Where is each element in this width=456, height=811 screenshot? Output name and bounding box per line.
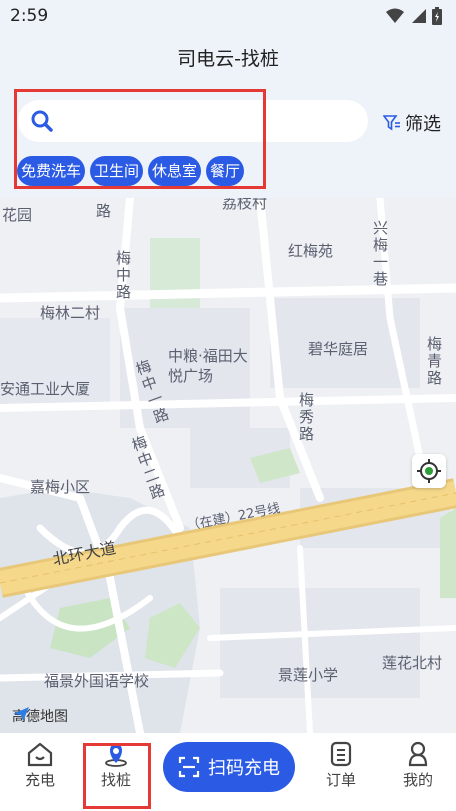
amap-logo-icon bbox=[13, 707, 29, 721]
map-view[interactable]: 花园 荔枝村 路 红梅苑 兴梅一巷 梅中路 梅林二村 中粮·福田大悦广场 碧华庭… bbox=[0, 198, 456, 733]
amap-logo: 高德地图 bbox=[12, 706, 68, 726]
scan-charge-label: 扫码充电 bbox=[208, 758, 280, 779]
map-label-zhongliangfutian: 中粮·福田大悦广场 bbox=[168, 347, 248, 385]
orders-icon bbox=[330, 741, 352, 767]
scan-charge-button[interactable]: 扫码充电 bbox=[163, 742, 295, 792]
map-label-meiqinglu: 梅青路 bbox=[425, 336, 443, 387]
tab-orders[interactable]: 订单 bbox=[311, 741, 371, 790]
map-label-huayuan: 花园 bbox=[2, 206, 33, 224]
home-icon bbox=[27, 742, 53, 767]
status-time: 2:59 bbox=[10, 6, 49, 26]
map-label-meizhonglu: 梅中路 bbox=[114, 250, 132, 301]
map-label-lizhicun: 荔枝村 bbox=[222, 198, 268, 212]
map-label-hongmeiyuan: 红梅苑 bbox=[288, 242, 334, 260]
tab-highlight-box bbox=[83, 743, 151, 809]
profile-icon bbox=[408, 741, 428, 767]
map-label-road: 路 bbox=[96, 202, 112, 220]
search-highlight-box bbox=[14, 89, 266, 189]
locate-button[interactable] bbox=[412, 454, 446, 488]
page-title: 司电云-找桩 bbox=[177, 48, 279, 70]
filter-label: 筛选 bbox=[405, 114, 441, 135]
tab-charge-label: 充电 bbox=[24, 771, 55, 789]
signal-icon bbox=[412, 9, 426, 23]
map-label-jinglianxiaoxue: 景莲小学 bbox=[278, 666, 339, 684]
status-icons bbox=[386, 7, 442, 25]
map-label-xingmeiyixiang: 兴梅一巷 bbox=[371, 220, 389, 288]
map-label-jiameixiaoqu: 嘉梅小区 bbox=[30, 478, 91, 496]
filter-icon bbox=[383, 115, 400, 131]
map-label-lianhuabeicun: 莲花北村 bbox=[382, 654, 443, 672]
map-label-bihuatingju: 碧华庭居 bbox=[308, 340, 369, 358]
tab-charge[interactable]: 充电 bbox=[10, 741, 70, 790]
map-label-fujingwaiguoyu: 福景外国语学校 bbox=[44, 672, 150, 690]
tab-mine[interactable]: 我的 bbox=[388, 741, 448, 790]
map-label-meilinercun: 梅林二村 bbox=[40, 304, 101, 322]
wifi-icon bbox=[386, 8, 404, 23]
tab-mine-label: 我的 bbox=[402, 771, 433, 789]
battery-icon bbox=[432, 7, 442, 25]
map-label-antonggongye: 安通工业大厦 bbox=[0, 380, 91, 398]
status-bar: 2:59 bbox=[0, 0, 456, 32]
map-label-meixiulu: 梅秀路 bbox=[297, 392, 315, 443]
tab-orders-label: 订单 bbox=[325, 771, 356, 789]
scan-icon bbox=[178, 756, 200, 778]
filter-button[interactable]: 筛选 bbox=[383, 110, 441, 136]
crosshair-icon bbox=[417, 459, 441, 483]
